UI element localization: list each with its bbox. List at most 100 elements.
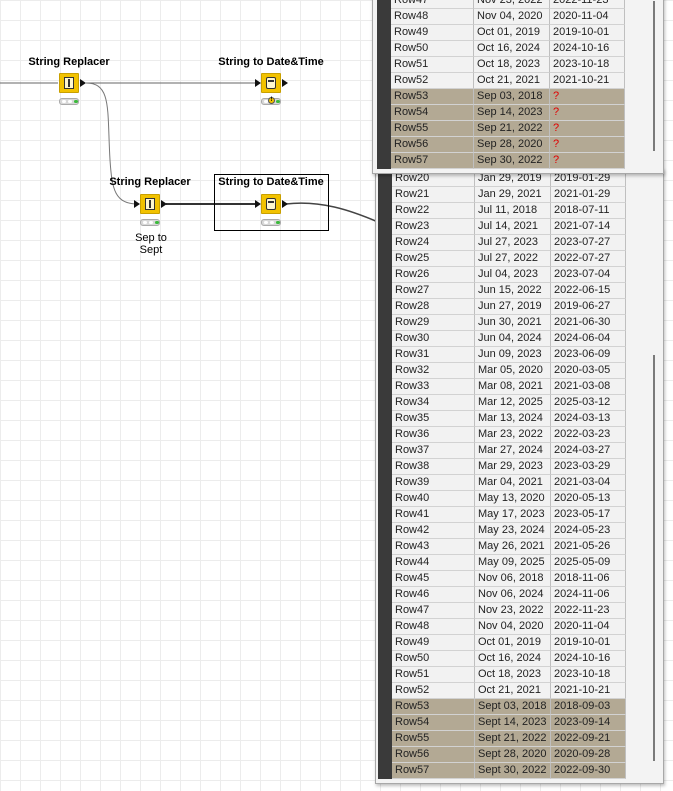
row-id-cell: Row21	[392, 187, 475, 203]
date-cell: 2022-09-30	[551, 763, 626, 779]
row-id-cell: Row47	[392, 603, 475, 619]
node-annotation: Sep to Sept	[135, 232, 167, 256]
row-marker	[377, 41, 391, 57]
date-cell: 2023-07-27	[551, 235, 626, 251]
date-cell: 2020-11-04	[550, 9, 625, 25]
row-marker	[378, 491, 392, 507]
date-string-cell: Jun 09, 2023	[475, 347, 551, 363]
row-marker	[378, 315, 392, 331]
date-cell: 2024-05-23	[551, 523, 626, 539]
date-cell: 2021-07-14	[551, 219, 626, 235]
row-marker	[378, 347, 392, 363]
date-string-cell: Nov 06, 2018	[475, 571, 551, 587]
status-traffic-light	[140, 219, 160, 226]
table-view-bottom[interactable]: Row20 Jan 29, 2019 2019-01-29 Row21 Jan 29, …	[375, 168, 664, 784]
date-cell: 2023-10-18	[550, 57, 625, 73]
date-string-cell: Sep 28, 2020	[474, 137, 550, 153]
row-id-cell: Row22	[392, 203, 475, 219]
row-marker	[377, 105, 391, 121]
date-cell: 2018-07-11	[551, 203, 626, 219]
vertical-scrollbar[interactable]	[651, 0, 657, 171]
row-marker	[378, 443, 392, 459]
date-cell: 2019-10-01	[551, 635, 626, 651]
row-id-cell: Row29	[392, 315, 475, 331]
date-cell: 2023-03-29	[551, 459, 626, 475]
date-cell: 2022-06-15	[551, 283, 626, 299]
string-to-datetime-icon	[261, 194, 281, 214]
date-cell: 2022-11-23	[551, 603, 626, 619]
row-id-cell: Row31	[392, 347, 475, 363]
output-port[interactable]	[80, 79, 86, 87]
date-cell: 2022-07-27	[551, 251, 626, 267]
row-id-cell: Row53	[392, 699, 475, 715]
date-string-cell: Sep 03, 2018	[474, 89, 550, 105]
row-id-cell: Row57	[392, 763, 475, 779]
row-marker	[378, 507, 392, 523]
row-id-cell: Row50	[392, 651, 475, 667]
scrollbar-thumb[interactable]	[653, 1, 655, 151]
row-marker	[378, 363, 392, 379]
row-id-cell: Row49	[391, 25, 474, 41]
date-string-cell: Sept 03, 2018	[475, 699, 551, 715]
scrollbar-thumb[interactable]	[653, 355, 655, 761]
row-id-cell: Row33	[392, 379, 475, 395]
row-id-cell: Row28	[392, 299, 475, 315]
row-marker	[378, 587, 392, 603]
row-marker	[378, 219, 392, 235]
date-cell: 2021-01-29	[551, 187, 626, 203]
row-id-cell: Row48	[392, 619, 475, 635]
row-id-cell: Row27	[392, 283, 475, 299]
date-cell: 2020-05-13	[551, 491, 626, 507]
date-string-cell: Sep 14, 2023	[474, 105, 550, 121]
output-port[interactable]	[282, 79, 288, 87]
vertical-scrollbar[interactable]	[651, 169, 657, 781]
row-marker	[378, 283, 392, 299]
date-string-cell: Jun 04, 2024	[475, 331, 551, 347]
output-port[interactable]	[282, 200, 288, 208]
row-id-cell: Row25	[392, 251, 475, 267]
row-marker	[378, 667, 392, 683]
output-port[interactable]	[161, 200, 167, 208]
row-id-cell: Row54	[392, 715, 475, 731]
row-id-cell: Row34	[392, 395, 475, 411]
row-id-cell: Row57	[391, 153, 474, 169]
row-marker	[378, 571, 392, 587]
row-marker	[378, 379, 392, 395]
row-id-cell: Row56	[391, 137, 474, 153]
node-title: String to Date&Time	[218, 176, 324, 188]
row-id-cell: Row36	[392, 427, 475, 443]
table-view-top[interactable]: Row47 Nov 23, 2022 2022-11-23 Row48 Nov 04, …	[372, 0, 664, 174]
date-cell: 2024-03-27	[551, 443, 626, 459]
row-id-cell: Row23	[392, 219, 475, 235]
date-cell: 2023-05-17	[551, 507, 626, 523]
row-marker	[378, 635, 392, 651]
date-cell: 2023-06-09	[551, 347, 626, 363]
date-string-cell: Sep 21, 2022	[474, 121, 550, 137]
row-id-cell: Row56	[392, 747, 475, 763]
date-cell: 2025-03-12	[551, 395, 626, 411]
date-string-cell: Oct 18, 2023	[475, 667, 551, 683]
row-id-cell: Row49	[392, 635, 475, 651]
row-marker	[378, 187, 392, 203]
date-string-cell: May 17, 2023	[475, 507, 551, 523]
row-marker	[378, 267, 392, 283]
date-cell: 2019-06-27	[551, 299, 626, 315]
date-cell: ?	[550, 137, 625, 153]
row-marker	[377, 0, 391, 9]
date-string-cell: Jul 11, 2018	[475, 203, 551, 219]
row-id-cell: Row50	[391, 41, 474, 57]
row-id-cell: Row24	[392, 235, 475, 251]
row-marker	[378, 731, 392, 747]
date-string-cell: Sept 21, 2022	[475, 731, 551, 747]
date-cell: 2020-09-28	[551, 747, 626, 763]
date-cell: 2022-09-21	[551, 731, 626, 747]
row-marker	[378, 523, 392, 539]
row-id-cell: Row53	[391, 89, 474, 105]
date-cell: 2021-03-04	[551, 475, 626, 491]
string-to-datetime-icon	[261, 73, 281, 93]
row-id-cell: Row55	[392, 731, 475, 747]
date-cell: 2021-10-21	[550, 73, 625, 89]
date-cell: 2024-11-06	[551, 587, 626, 603]
date-string-cell: Mar 27, 2024	[475, 443, 551, 459]
date-string-cell: Mar 13, 2024	[475, 411, 551, 427]
